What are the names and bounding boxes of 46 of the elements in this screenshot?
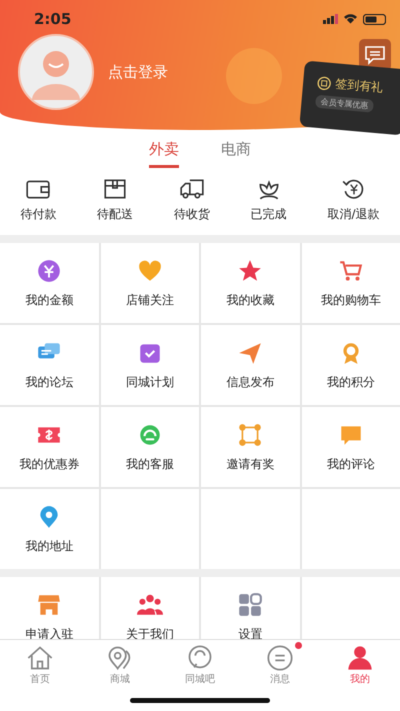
settings-icon <box>237 592 264 618</box>
star-icon <box>237 258 264 284</box>
order-status-link[interactable]: 取消/退款 <box>328 206 380 223</box>
wifi-icon <box>344 14 357 24</box>
menu-tile[interactable]: 信息发布 <box>201 325 300 405</box>
group-icon <box>136 592 163 618</box>
menu-tile[interactable]: 同城计划 <box>100 325 199 405</box>
nav-tab[interactable]: 首页 <box>0 640 80 686</box>
menu-tile[interactable]: 我的论坛 <box>0 325 98 405</box>
nav-tab[interactable]: 商城 <box>80 640 160 686</box>
menu-tile[interactable]: 我的客服 <box>100 407 199 487</box>
tab[interactable]: 电商 <box>221 140 251 168</box>
tab[interactable]: 外卖 <box>149 140 179 168</box>
signal-icon <box>323 14 338 24</box>
menu-tile[interactable]: 我的优惠券 <box>0 407 98 487</box>
battery-icon <box>363 14 386 24</box>
menu-tile[interactable]: 我的地址 <box>0 489 98 569</box>
message-icon <box>266 644 294 672</box>
order-status-link[interactable]: 待收货 <box>174 206 210 223</box>
menu-tile[interactable]: 我的收藏 <box>201 243 300 323</box>
coin-icon <box>36 258 62 284</box>
avatar-icon[interactable] <box>18 34 94 110</box>
home-icon <box>26 644 54 672</box>
order-status-link[interactable]: 已完成 <box>250 206 287 223</box>
order-status-link[interactable]: 待配送 <box>97 206 134 223</box>
menu-tile[interactable]: 我的积分 <box>302 325 400 405</box>
member-tag: 会员专属优惠 <box>315 94 374 113</box>
heart-icon <box>136 258 163 284</box>
status-time: 2:05 <box>34 10 72 28</box>
person-icon <box>346 644 374 672</box>
nav-tab[interactable]: 我的 <box>320 640 400 686</box>
nav-tab[interactable]: 同城吧 <box>160 640 240 686</box>
nodes-icon <box>237 422 264 448</box>
sign-in-card[interactable]: 签到有礼 会员专属优惠 <box>299 60 400 136</box>
menu-tile[interactable]: 店铺关注 <box>100 243 199 323</box>
menu-tile[interactable]: 关于我们 <box>100 577 199 639</box>
menu-tile[interactable]: 我的金额 <box>0 243 98 323</box>
menu-tile[interactable]: 设置 <box>201 577 300 639</box>
menu-tile[interactable]: 我的评论 <box>302 407 400 487</box>
badge-icon <box>316 75 332 90</box>
menu-tile[interactable]: 申请入驻 <box>0 577 98 639</box>
nav-tab[interactable]: 消息 <box>240 640 320 686</box>
menu-tile[interactable]: 邀请有奖 <box>201 407 300 487</box>
menu-tile[interactable]: 我的购物车 <box>302 243 400 323</box>
order-status-link[interactable]: 待付款 <box>20 206 56 223</box>
sign-in-title: 签到有礼 <box>334 75 384 96</box>
